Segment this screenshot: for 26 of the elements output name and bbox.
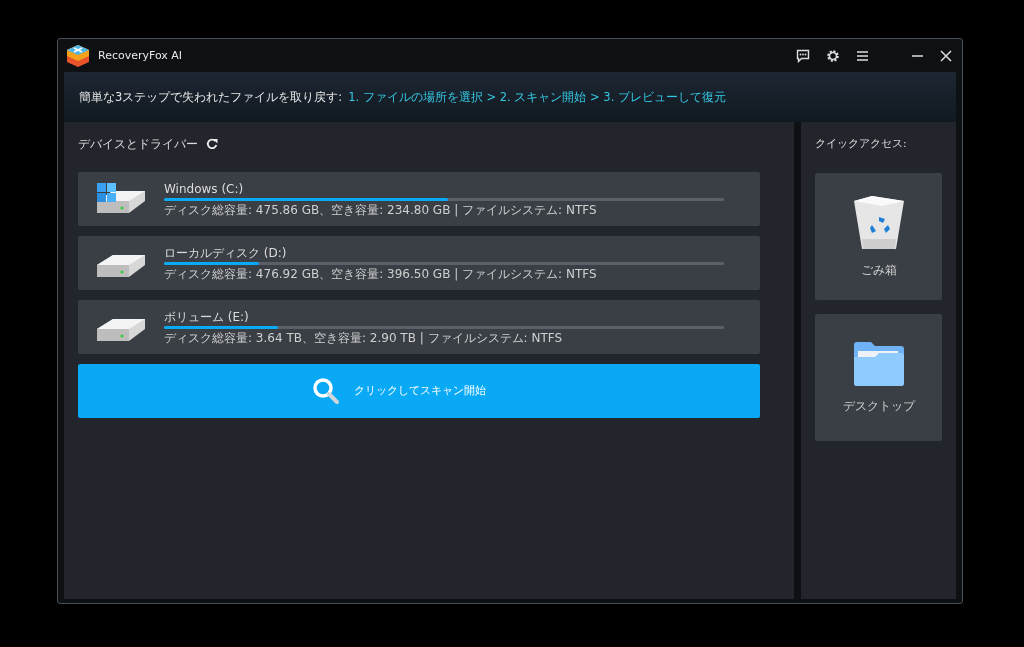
intro-text: 簡単な3ステップで失われたファイルを取り戻す: xyxy=(79,89,343,105)
system-drive-icon xyxy=(95,183,147,215)
search-icon xyxy=(312,377,340,405)
close-icon[interactable] xyxy=(940,49,952,62)
drive-name: ローカルディスク (D:) xyxy=(164,245,288,260)
steps-text: 1. ファイルの場所を選択 > 2. スキャン開始 > 3. プレビューして復元 xyxy=(348,89,726,105)
drive-name: Windows (C:) xyxy=(164,181,245,196)
settings-icon[interactable] xyxy=(826,48,840,63)
recycle-bin-icon xyxy=(851,195,906,251)
section-heading: クイックアクセス: xyxy=(815,136,908,151)
drive-name: ボリューム (E:) xyxy=(164,309,250,324)
drive-card[interactable]: Windows (C:) ディスク総容量: 475.86 GB、空き容量: 234.80 GB | ファイルシステム: NTFS xyxy=(78,172,760,226)
window-title: RecoveryFox AI xyxy=(98,49,184,62)
drive-card[interactable]: ボリューム (E:) ディスク総容量: 3.64 TB、空き容量: 2.90 TB | ファイルシステム: NTFS xyxy=(78,300,760,354)
drive-details: ディスク総容量: 3.64 TB、空き容量: 2.90 TB | ファイルシステム: NTFS xyxy=(164,330,564,345)
app-logo-icon xyxy=(66,43,90,68)
section-heading: デバイスとドライバー xyxy=(78,136,198,152)
folder-icon xyxy=(852,341,905,387)
drive-details: ディスク総容量: 476.92 GB、空き容量: 396.50 GB | ファイルシステム: NTFS xyxy=(164,266,598,281)
feedback-icon[interactable] xyxy=(796,48,810,63)
drive-card[interactable]: ローカルディスク (D:) ディスク総容量: 476.92 GB、空き容量: 396.50 GB | ファイルシステム: NTFS xyxy=(78,236,760,290)
quick-access-card[interactable]: デスクトップ xyxy=(815,314,942,441)
drive-details: ディスク総容量: 475.86 GB、空き容量: 234.80 GB | ファイルシステム: NTFS xyxy=(164,202,598,217)
quick-access-card[interactable]: ごみ箱 xyxy=(815,173,942,300)
menu-icon[interactable] xyxy=(856,49,869,62)
refresh-icon[interactable] xyxy=(206,138,218,150)
